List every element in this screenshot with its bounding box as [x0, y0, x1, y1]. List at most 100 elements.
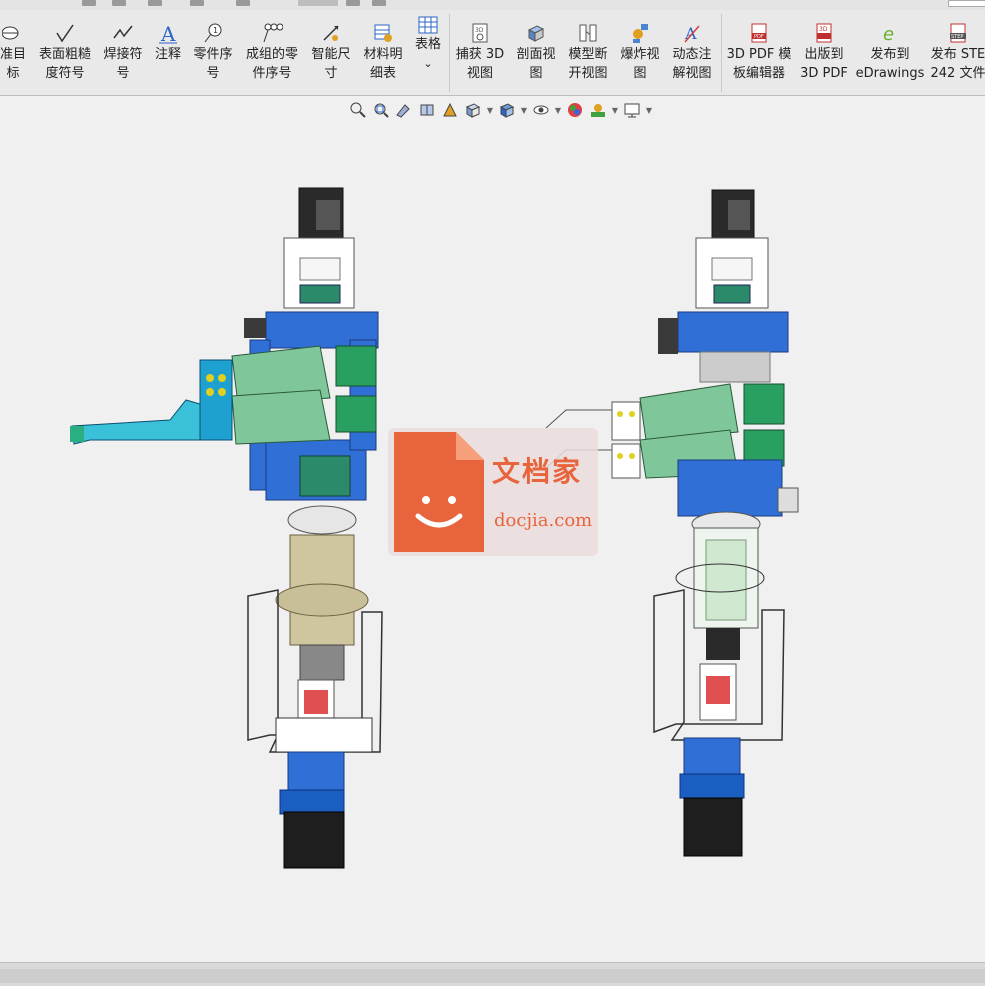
edit-appearance-icon[interactable] — [565, 100, 585, 120]
watermark-cn-text: 文档家 — [492, 455, 583, 488]
edrawings-label-2: eDrawings — [855, 66, 925, 81]
svg-text:1: 1 — [213, 26, 218, 35]
weld-symbol-label-2: 号 — [116, 66, 130, 81]
capture-3d-view-icon: 3D — [472, 23, 488, 43]
capture-3d-view-button[interactable]: 3D 捕获 3D 视图 — [452, 22, 508, 94]
surface-finish-button[interactable]: 表面粗糙 度符号 — [34, 22, 96, 94]
search-box[interactable] — [948, 0, 985, 7]
chevron-down-icon[interactable]: ▼ — [645, 106, 653, 115]
publish-3d-pdf-button[interactable]: 3D 出版到 3D PDF — [797, 22, 851, 94]
annotation-ribbon: 准目 标 表面粗糙 度符号 焊接符 号 A 注释 1 零件序 号 成组的零 件序… — [0, 10, 985, 96]
datum-target-label-2: 标 — [6, 66, 20, 81]
svg-text:3D: 3D — [475, 27, 484, 34]
heads-up-view-toolbar: ▼ ▼ ▼ ▼ ▼ — [348, 98, 653, 122]
quick-access-dropdown[interactable] — [298, 0, 338, 6]
chevron-down-icon[interactable]: ▼ — [486, 106, 494, 115]
apply-scene-icon[interactable] — [588, 100, 608, 120]
model-break-view-label-2: 开视图 — [568, 66, 608, 81]
surface-finish-label-1: 表面粗糙 — [38, 47, 91, 62]
quick-access-icon[interactable] — [346, 0, 360, 6]
balloon-label-1: 零件序 — [193, 47, 233, 62]
zoom-to-fit-icon[interactable] — [348, 100, 368, 120]
display-style-icon[interactable] — [497, 100, 517, 120]
3d-pdf-template-icon: PDF — [751, 23, 767, 43]
edrawings-icon: e — [883, 24, 894, 44]
dynamic-annotation-icon: A — [684, 24, 700, 43]
watermark-en-text: docjia.com — [494, 510, 593, 531]
section-view-icon[interactable] — [417, 100, 437, 120]
bill-of-materials-icon — [374, 24, 392, 42]
quick-access-icon[interactable] — [190, 0, 204, 6]
balloon-icon: 1 — [204, 23, 222, 43]
quick-access-icon[interactable] — [112, 0, 126, 6]
svg-text:3D: 3D — [819, 26, 828, 33]
view-settings-icon[interactable] — [622, 100, 642, 120]
quick-access-icon[interactable] — [372, 0, 386, 6]
bill-of-materials-label-1: 材料明 — [363, 47, 403, 62]
dynamic-annotation-button[interactable]: A 动态注 解视图 — [667, 22, 717, 94]
ribbon-separator — [721, 14, 722, 92]
svg-text:PDF: PDF — [754, 34, 764, 40]
watermark: 文档家 docjia.com — [388, 428, 598, 556]
svg-text:STEP: STEP — [951, 34, 963, 40]
stacked-balloon-label-1: 成组的零 — [245, 47, 298, 62]
svg-text:e: e — [883, 24, 894, 44]
capture-3d-view-label-1: 捕获 3D — [455, 47, 505, 62]
bill-of-materials-button[interactable]: 材料明 细表 — [360, 22, 406, 94]
exploded-view-button[interactable]: 爆炸视 图 — [616, 22, 664, 94]
left-assembly[interactable] — [70, 187, 383, 869]
stacked-balloon-icon — [263, 23, 283, 43]
chevron-down-icon[interactable]: ▼ — [611, 106, 619, 115]
section-view-icon — [527, 25, 545, 42]
section-view-label-1: 剖面视 — [516, 47, 556, 62]
note-button[interactable]: A 注释 — [150, 22, 186, 94]
weld-symbol-button[interactable]: 焊接符 号 — [100, 22, 146, 94]
table-dropdown-caret[interactable]: ⌄ — [423, 54, 432, 73]
3d-pdf-template-button[interactable]: PDF 3D PDF 模 板编辑器 — [723, 22, 795, 94]
chevron-down-icon[interactable]: ▼ — [520, 106, 528, 115]
model-break-view-icon — [579, 24, 597, 42]
edrawings-label-1: 发布到 — [870, 47, 910, 62]
table-button[interactable]: 表格 ⌄ — [410, 16, 446, 94]
balloon-button[interactable]: 1 零件序 号 — [190, 22, 236, 94]
datum-target-icon — [2, 26, 19, 40]
step-export-button[interactable]: STEP 发布 STE 242 文件 — [928, 22, 985, 94]
exploded-view-icon — [633, 24, 648, 43]
datum-target-button[interactable]: 准目 标 — [0, 22, 30, 94]
status-bar — [0, 962, 985, 986]
step-export-label-1: 发布 STE — [930, 47, 985, 62]
table-icon — [418, 16, 438, 34]
3d-pdf-template-label-2: 板编辑器 — [732, 66, 785, 81]
zoom-to-area-icon[interactable] — [371, 100, 391, 120]
dynamic-annotation-label-2: 解视图 — [672, 66, 712, 81]
smart-dimension-label-1: 智能尺 — [311, 47, 351, 62]
model-break-view-label-1: 模型断 — [568, 47, 608, 62]
step-export-icon: STEP — [950, 23, 966, 43]
section-view-label-2: 图 — [529, 66, 543, 81]
quick-access-icon[interactable] — [236, 0, 250, 6]
bill-of-materials-label-2: 细表 — [369, 66, 396, 81]
table-label: 表格 — [414, 37, 441, 52]
ribbon-separator — [449, 14, 450, 92]
balloon-label-2: 号 — [206, 66, 220, 81]
dynamic-annotation-view-icon[interactable] — [440, 100, 460, 120]
smart-dimension-button[interactable]: 智能尺 寸 — [306, 22, 356, 94]
chevron-down-icon[interactable]: ▼ — [554, 106, 562, 115]
surface-finish-icon — [56, 24, 74, 43]
quick-access-icon[interactable] — [148, 0, 162, 6]
quick-access-icon[interactable] — [82, 0, 96, 6]
dynamic-annotation-label-1: 动态注 — [672, 47, 712, 62]
previous-view-icon[interactable] — [394, 100, 414, 120]
hide-show-items-icon[interactable] — [531, 100, 551, 120]
smart-dimension-icon — [323, 25, 339, 41]
view-orientation-icon[interactable] — [463, 100, 483, 120]
model-break-view-button[interactable]: 模型断 开视图 — [563, 22, 613, 94]
surface-finish-label-2: 度符号 — [45, 66, 85, 81]
document-logo-icon — [394, 432, 484, 552]
publish-3d-pdf-label-2: 3D PDF — [800, 66, 848, 81]
edrawings-button[interactable]: e 发布到 eDrawings — [854, 22, 926, 94]
stacked-balloon-label-2: 件序号 — [252, 66, 292, 81]
stacked-balloon-button[interactable]: 成组的零 件序号 — [242, 22, 302, 94]
horizontal-scrollbar[interactable] — [0, 969, 985, 983]
section-view-button[interactable]: 剖面视 图 — [512, 22, 560, 94]
